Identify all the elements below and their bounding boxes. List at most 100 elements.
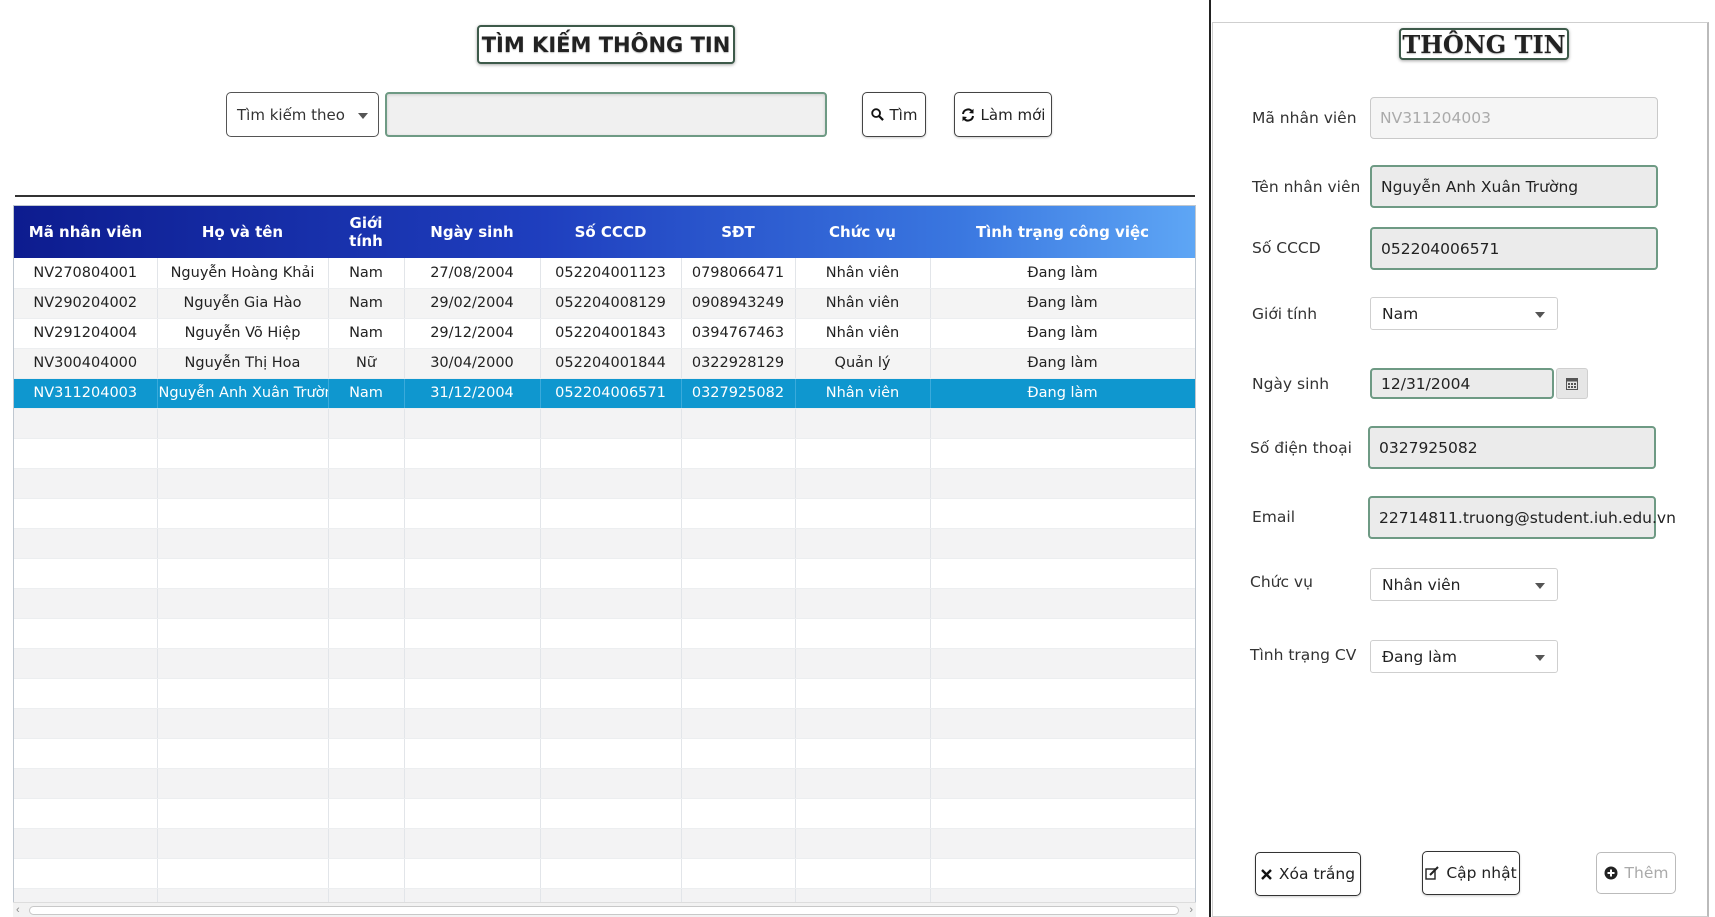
- scroll-right-icon[interactable]: ›: [1189, 904, 1193, 916]
- empty-row: [14, 708, 1195, 739]
- empty-cell: [328, 768, 405, 799]
- cccd-label: Số CCCD: [1252, 239, 1321, 257]
- dob-field[interactable]: 12/31/2004: [1370, 368, 1554, 399]
- column-header-name[interactable]: Họ và tên: [157, 206, 328, 258]
- search-button[interactable]: Tìm: [862, 92, 926, 137]
- table-row[interactable]: NV270804001 Nguyễn Hoàng Khải Nam 27/08/200…: [14, 258, 1195, 289]
- empty-cell: [157, 648, 329, 679]
- cell-status: Đang làm: [930, 288, 1195, 319]
- empty-cell: [795, 498, 931, 529]
- column-header-gender[interactable]: Giới tính: [328, 206, 404, 258]
- empty-cell: [157, 558, 329, 589]
- position-select[interactable]: Nhân viên: [1370, 568, 1558, 601]
- column-header-id[interactable]: Mã nhân viên: [14, 206, 157, 258]
- cccd-field[interactable]: 052204006571: [1370, 227, 1658, 270]
- empty-cell: [157, 858, 329, 889]
- empty-cell: [681, 768, 796, 799]
- column-header-cccd[interactable]: Số CCCD: [540, 206, 681, 258]
- cell-cccd: 052204001843: [540, 318, 682, 349]
- scrollbar-thumb[interactable]: [29, 906, 1179, 915]
- gender-select[interactable]: Nam: [1370, 297, 1558, 330]
- employee-table[interactable]: Mã nhân viên Họ và tên Giới tính Ngày si…: [13, 205, 1196, 917]
- empty-cell: [681, 528, 796, 559]
- cell-name: Nguyễn Thị Hoa: [157, 348, 329, 379]
- info-panel: THÔNG TIN Mã nhân viên NV311204003 Tên n…: [1212, 22, 1709, 917]
- cell-phone: 0327925082: [681, 378, 796, 409]
- clear-button[interactable]: Xóa trắng: [1255, 852, 1361, 896]
- empty-cell: [14, 618, 158, 649]
- panel-separator: [1209, 0, 1211, 917]
- date-picker-button[interactable]: [1556, 368, 1588, 399]
- empty-cell: [795, 558, 931, 589]
- empty-cell: [540, 618, 682, 649]
- empty-cell: [404, 738, 541, 769]
- update-button-label: Cập nhật: [1446, 864, 1517, 882]
- edit-icon: [1425, 866, 1440, 880]
- search-by-select[interactable]: Tìm kiếm theo: [226, 92, 379, 137]
- empty-cell: [681, 618, 796, 649]
- table-row[interactable]: NV300404000 Nguyễn Thị Hoa Nữ 30/04/2000 052…: [14, 348, 1195, 379]
- chevron-down-icon: [358, 112, 368, 119]
- empty-row: [14, 858, 1195, 889]
- empty-cell: [681, 588, 796, 619]
- empty-cell: [328, 588, 405, 619]
- empty-row: [14, 768, 1195, 799]
- column-header-status[interactable]: Tình trạng công việc: [930, 206, 1195, 258]
- cell-status: Đang làm: [930, 348, 1195, 379]
- refresh-button-label: Làm mới: [980, 105, 1046, 124]
- horizontal-scrollbar[interactable]: ‹ ›: [13, 902, 1196, 917]
- empty-cell: [157, 438, 329, 469]
- empty-cell: [404, 528, 541, 559]
- empty-cell: [404, 588, 541, 619]
- empty-cell: [540, 678, 682, 709]
- table-row[interactable]: NV291204004 Nguyễn Võ Hiệp Nam 29/12/2004 05…: [14, 318, 1195, 349]
- table-row[interactable]: NV290204002 Nguyễn Gia Hào Nam 29/02/2004 05…: [14, 288, 1195, 319]
- empty-cell: [930, 678, 1195, 709]
- empty-row: [14, 588, 1195, 619]
- refresh-button[interactable]: Làm mới: [954, 92, 1052, 137]
- cell-gender: Nữ: [328, 348, 405, 379]
- empty-cell: [681, 738, 796, 769]
- update-button[interactable]: Cập nhật: [1422, 851, 1520, 895]
- empty-cell: [14, 738, 158, 769]
- empty-cell: [404, 768, 541, 799]
- empty-row: [14, 438, 1195, 469]
- cell-name: Nguyễn Anh Xuân Trường: [157, 378, 329, 409]
- empty-cell: [14, 858, 158, 889]
- cell-phone: 0394767463: [681, 318, 796, 349]
- chevron-down-icon: [1535, 311, 1545, 318]
- cell-status: Đang làm: [930, 258, 1195, 289]
- empty-cell: [404, 498, 541, 529]
- empty-row: [14, 828, 1195, 859]
- empty-cell: [14, 798, 158, 829]
- column-header-phone[interactable]: SĐT: [681, 206, 795, 258]
- empty-cell: [930, 438, 1195, 469]
- cell-dob: 31/12/2004: [404, 378, 541, 409]
- empty-cell: [930, 738, 1195, 769]
- empty-cell: [930, 498, 1195, 529]
- empty-cell: [14, 558, 158, 589]
- employee-name-field[interactable]: Nguyễn Anh Xuân Trường: [1370, 165, 1658, 208]
- scroll-left-icon[interactable]: ‹: [16, 904, 20, 916]
- refresh-icon: [961, 107, 974, 122]
- cell-position: Nhân viên: [795, 258, 931, 289]
- cell-status: Đang làm: [930, 318, 1195, 349]
- cell-id: NV311204003: [14, 378, 158, 409]
- search-input[interactable]: [385, 92, 827, 137]
- add-button[interactable]: Thêm: [1596, 852, 1676, 894]
- empty-cell: [930, 588, 1195, 619]
- cell-dob: 29/02/2004: [404, 288, 541, 319]
- empty-cell: [328, 828, 405, 859]
- empty-cell: [795, 648, 931, 679]
- column-header-dob[interactable]: Ngày sinh: [404, 206, 540, 258]
- status-select[interactable]: Đang làm: [1370, 640, 1558, 673]
- position-label: Chức vụ: [1250, 573, 1313, 591]
- empty-cell: [157, 828, 329, 859]
- table-row[interactable]: NV311204003 Nguyễn Anh Xuân Trường Nam 31/1…: [14, 378, 1195, 409]
- empty-row: [14, 468, 1195, 499]
- column-header-position[interactable]: Chức vụ: [795, 206, 930, 258]
- email-field[interactable]: 22714811.truong@student.iuh.edu.vn: [1368, 496, 1676, 539]
- empty-cell: [404, 798, 541, 829]
- cell-name: Nguyễn Võ Hiệp: [157, 318, 329, 349]
- phone-field[interactable]: 0327925082: [1368, 426, 1656, 469]
